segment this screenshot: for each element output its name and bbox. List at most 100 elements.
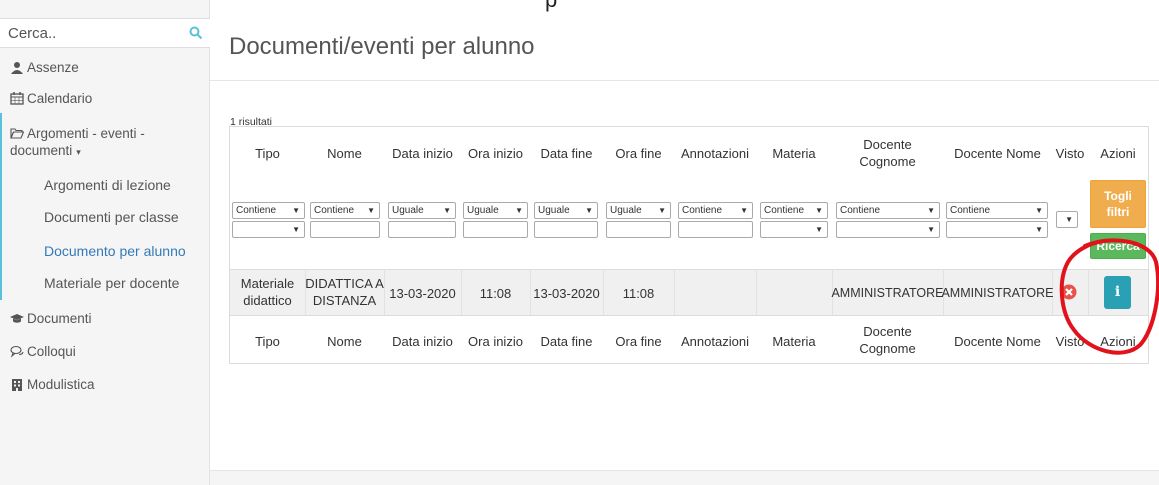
filter-input-ora-inizio[interactable] [463, 221, 528, 238]
sidebar-item-calendario[interactable]: Calendario [0, 90, 210, 107]
sidebar-item-argomenti[interactable]: Argomenti - eventi - documenti ▾ [0, 125, 210, 161]
search-icon[interactable] [189, 26, 203, 40]
filter-op-label: Contiene [764, 205, 805, 216]
column-header-visto[interactable]: Visto [1052, 145, 1088, 162]
cell-docente-nome: AMMINISTRATORE [941, 286, 1054, 300]
sidebar-subitem-argomenti-lezione[interactable]: Argomenti di lezione [44, 177, 171, 193]
button-label: Togli filtri [1104, 189, 1132, 219]
cell-line: Materiale [240, 276, 295, 291]
filter-input-data-inizio[interactable] [388, 221, 456, 238]
dropdown-arrow-icon: ▼ [815, 206, 823, 215]
user-icon [11, 62, 23, 74]
dropdown-arrow-icon: ▼ [585, 206, 593, 215]
togli-filtri-button[interactable]: Togli filtri [1090, 180, 1146, 228]
filter-select-data-inizio[interactable]: Uguale ▼ [388, 202, 456, 219]
footer-header-materia: Materia [772, 334, 816, 349]
column-header-data-inizio[interactable]: Data inizio [384, 145, 461, 162]
dropdown-arrow-icon: ▼ [515, 206, 523, 215]
footer-header-tipo: Tipo [255, 334, 280, 349]
info-button[interactable]: i [1104, 276, 1131, 309]
footer-header-ora-fine: Ora fine [615, 334, 662, 349]
dropdown-arrow-icon: ▼ [1065, 215, 1073, 224]
column-header-nome[interactable]: Nome [305, 145, 384, 162]
sidebar-group-argomenti: Argomenti - eventi - documenti ▾ Argoment… [0, 113, 210, 300]
cell-ora-fine: 11:08 [622, 286, 655, 301]
column-header-docente-cognome[interactable]: Docente Cognome [832, 136, 943, 170]
column-header-ora-fine[interactable]: Ora fine [603, 145, 674, 162]
search-input[interactable] [0, 19, 185, 47]
column-divider [674, 269, 675, 315]
header-line2: Cognome [859, 341, 916, 356]
dropdown-arrow-icon: ▼ [658, 206, 666, 215]
filter-select-ora-fine[interactable]: Uguale ▼ [606, 202, 671, 219]
filter-select-tipo[interactable]: Contiene ▼ [232, 202, 305, 219]
sidebar-subitem-documenti-classe[interactable]: Documenti per classe [44, 209, 179, 225]
filter-select-materia[interactable]: Contiene ▼ [760, 202, 828, 219]
column-header-data-fine[interactable]: Data fine [530, 145, 603, 162]
filter-value-select-docente-cognome[interactable]: ▼ [836, 221, 940, 238]
sidebar-item-assenze[interactable]: Assenze [0, 59, 210, 76]
footer-header-data-fine: Data fine [540, 334, 593, 349]
sidebar-subitem-materiale-docente[interactable]: Materiale per docente [44, 275, 179, 291]
dropdown-arrow-icon: ▼ [443, 206, 451, 215]
column-header-tipo[interactable]: Tipo [230, 145, 305, 162]
filter-input-annotazioni[interactable] [678, 221, 753, 238]
sidebar: Assenze Calendario Argomenti - eventi - … [0, 0, 210, 485]
documents-table: Tipo Nome Data inizio Ora inizio Data fi… [229, 126, 1149, 364]
filter-value-select-tipo[interactable]: ▼ [232, 221, 305, 238]
column-divider [756, 269, 757, 315]
dropdown-arrow-icon: ▼ [292, 225, 300, 234]
filter-select-visto[interactable]: ▼ [1056, 211, 1078, 228]
cell-data-fine: 13-03-2020 [533, 286, 600, 301]
filter-value-select-materia[interactable]: ▼ [760, 221, 828, 238]
cell-data-inizio: 13-03-2020 [389, 286, 456, 301]
column-header-docente-nome[interactable]: Docente Nome [943, 145, 1052, 162]
filter-value-select-docente-nome[interactable]: ▼ [946, 221, 1048, 238]
dropdown-arrow-icon: ▼ [367, 206, 375, 215]
filter-select-docente-cognome[interactable]: Contiene ▼ [836, 202, 940, 219]
cell-line: DIDATTICA A [305, 276, 384, 291]
filter-select-data-fine[interactable]: Uguale ▼ [534, 202, 598, 219]
filter-op-label: Contiene [840, 205, 881, 216]
header-line1: Docente [863, 137, 912, 152]
sidebar-item-documenti[interactable]: Documenti [0, 310, 210, 327]
row-divider [230, 269, 1148, 270]
filter-select-docente-nome[interactable]: Contiene ▼ [946, 202, 1048, 219]
ricerca-button[interactable]: Ricerca [1090, 233, 1146, 259]
filter-input-nome[interactable] [310, 221, 380, 238]
filter-select-annotazioni[interactable]: Contiene ▼ [678, 202, 753, 219]
sidebar-search [0, 18, 210, 48]
cell-line: DISTANZA [312, 293, 377, 308]
sidebar-item-modulistica[interactable]: Modulistica [0, 376, 210, 393]
cell-line: didattico [243, 293, 292, 308]
filter-op-label: Contiene [950, 205, 991, 216]
dropdown-arrow-icon: ▼ [1035, 225, 1043, 234]
filter-select-nome[interactable]: Contiene ▼ [310, 202, 380, 219]
column-header-azioni: Azioni [1100, 146, 1136, 161]
column-header-materia[interactable]: Materia [756, 145, 832, 162]
column-header-annotazioni[interactable]: Annotazioni [674, 145, 756, 162]
column-header-ora-inizio[interactable]: Ora inizio [461, 145, 530, 162]
sidebar-item-label: Calendario [27, 91, 93, 106]
footer-header-docente-cognome: Docente Cognome [832, 323, 943, 357]
page-title: Documenti/eventi per alunno [229, 33, 535, 60]
filter-op-label: Uguale [610, 205, 642, 216]
sidebar-subitem-documento-alunno[interactable]: Documento per alunno [44, 243, 186, 259]
graduation-cap-icon [10, 314, 24, 323]
filter-input-data-fine[interactable] [534, 221, 598, 238]
filter-select-ora-inizio[interactable]: Uguale ▼ [463, 202, 528, 219]
dropdown-arrow-icon: ▼ [1035, 206, 1043, 215]
filter-op-label: Contiene [236, 205, 277, 216]
row-divider [230, 315, 1148, 316]
cell-nome: DIDATTICA A DISTANZA [305, 275, 384, 309]
folder-open-icon [10, 128, 24, 139]
building-icon [12, 379, 22, 391]
header-line1: Docente [863, 324, 912, 339]
title-divider [210, 80, 1159, 81]
footer-header-ora-inizio: Ora inizio [468, 334, 523, 349]
filter-input-ora-fine[interactable] [606, 221, 671, 238]
footer-header-nome: Nome [327, 334, 362, 349]
x-circle-icon [1061, 284, 1077, 300]
sidebar-item-colloqui[interactable]: Colloqui [0, 343, 210, 360]
info-icon: i [1114, 284, 1121, 300]
